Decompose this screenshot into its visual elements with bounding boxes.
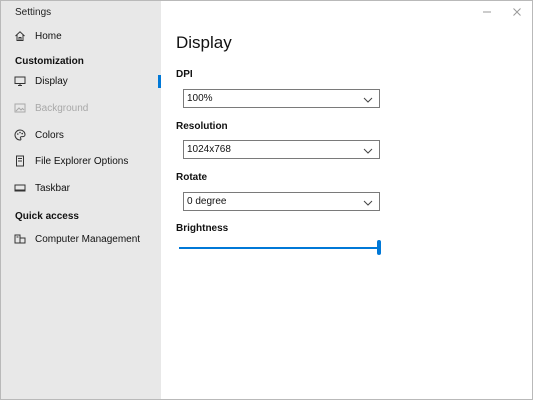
taskbar-icon: [13, 182, 26, 195]
sidebar-item-taskbar[interactable]: Taskbar: [1, 177, 161, 199]
brightness-slider[interactable]: [179, 239, 381, 257]
content-pane: Display DPI 100% Resolution 1024x768 Rot…: [161, 1, 532, 399]
page-title: Display: [176, 33, 232, 52]
rotate-dropdown[interactable]: 0 degree: [183, 192, 380, 211]
sidebar-item-colors[interactable]: Colors: [1, 124, 161, 146]
app-title: Settings: [15, 7, 52, 18]
chevron-down-icon: [363, 193, 373, 211]
chevron-down-icon: [363, 141, 373, 159]
monitor-icon: [13, 75, 26, 88]
settings-window: Settings Home Customization Display Back…: [0, 0, 533, 400]
sidebar-item-label: File Explorer Options: [35, 155, 129, 167]
resolution-value: 1024x768: [187, 144, 231, 155]
sidebar-item-label: Display: [35, 75, 68, 87]
computer-management-icon: [13, 233, 26, 246]
dpi-dropdown[interactable]: 100%: [183, 89, 380, 108]
sidebar-item-display[interactable]: Display: [1, 70, 161, 92]
slider-track: [179, 247, 381, 249]
dpi-value: 100%: [187, 93, 213, 104]
sidebar-item-label: Computer Management: [35, 233, 141, 245]
section-heading-quick-access: Quick access: [15, 211, 79, 222]
palette-icon: [13, 129, 26, 142]
sidebar-item-label: Home: [35, 30, 62, 42]
sidebar-item-label: Taskbar: [35, 182, 71, 194]
home-icon: [13, 30, 26, 43]
sidebar-item-label: Colors: [35, 129, 64, 141]
resolution-label: Resolution: [176, 121, 228, 132]
sidebar-item-home[interactable]: Home: [1, 25, 161, 47]
sidebar: Settings Home Customization Display Back…: [1, 1, 161, 399]
image-icon: [13, 102, 26, 115]
rotate-label: Rotate: [176, 172, 208, 183]
section-heading-customization: Customization: [15, 56, 84, 67]
sidebar-item-background[interactable]: Background: [1, 97, 161, 119]
chevron-down-icon: [363, 90, 373, 108]
sidebar-item-computer-management[interactable]: Computer Management: [1, 228, 161, 250]
brightness-label: Brightness: [176, 223, 229, 234]
sidebar-item-label: Background: [35, 102, 89, 114]
dpi-label: DPI: [176, 69, 193, 80]
rotate-value: 0 degree: [187, 196, 227, 207]
file-explorer-icon: [13, 155, 26, 168]
slider-thumb[interactable]: [377, 240, 381, 255]
resolution-dropdown[interactable]: 1024x768: [183, 140, 380, 159]
sidebar-item-file-explorer-options[interactable]: File Explorer Options: [1, 150, 161, 172]
